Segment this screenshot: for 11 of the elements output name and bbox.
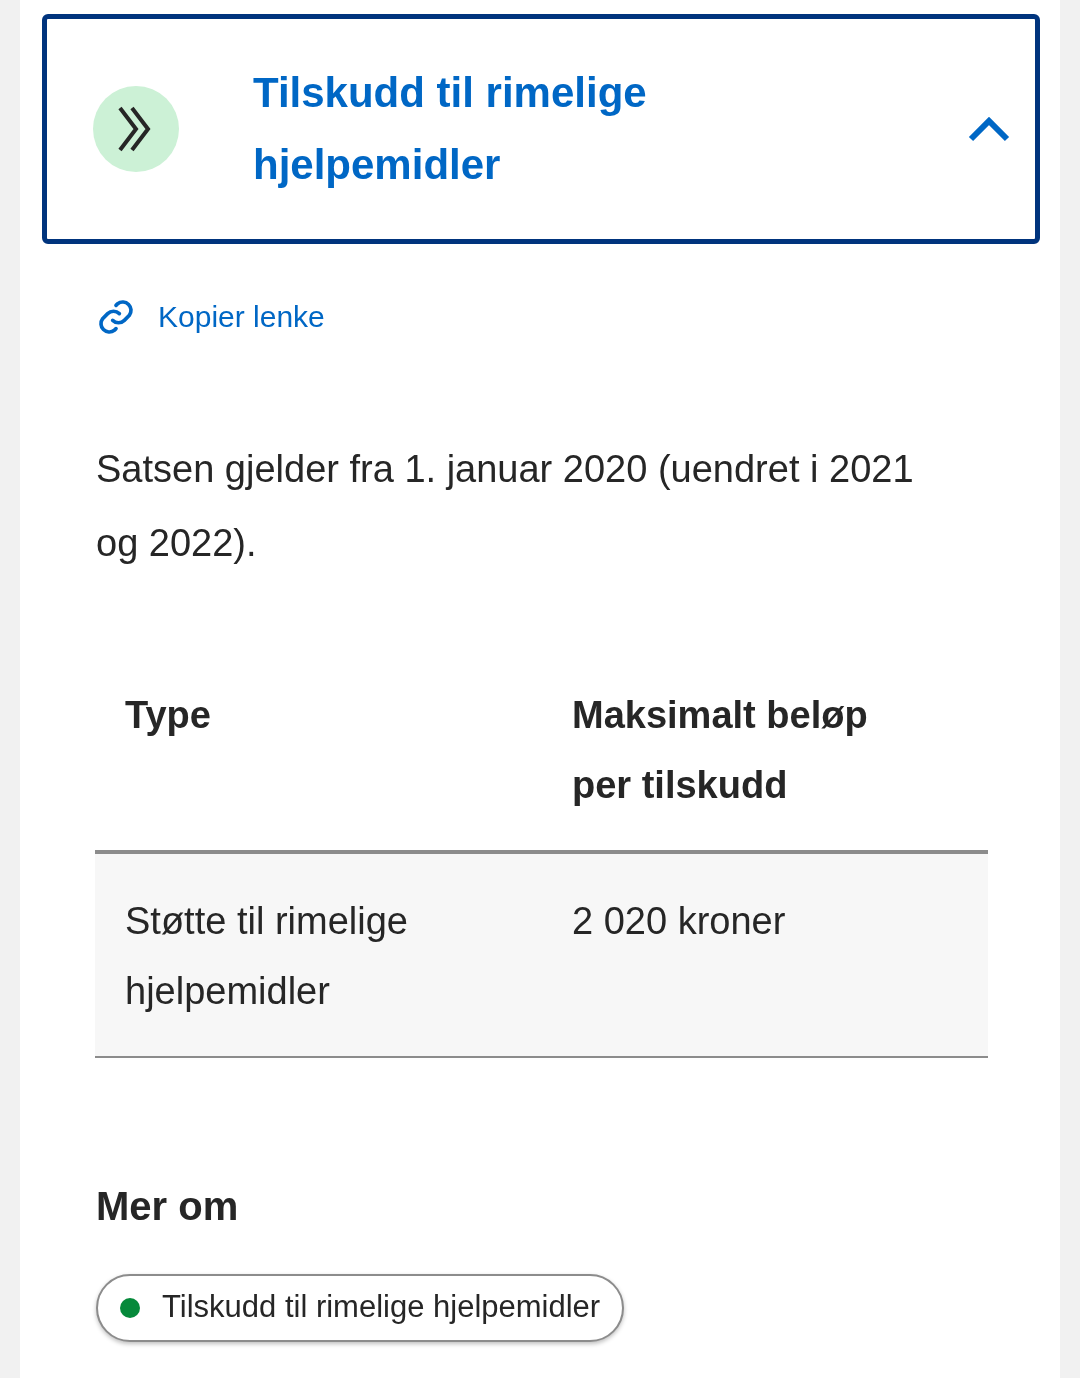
table-cell-text: 2 020 kroner (572, 898, 787, 944)
column-header: Type (124, 692, 212, 738)
section-heading: Mer om (96, 1182, 240, 1230)
table-cell-text: Støtte til rimelige hjelpemidler (124, 898, 409, 1014)
accordion-header[interactable]: Tilskudd til rimelige hjelpemidler (42, 14, 1040, 244)
tag-label: Tilskudd til rimelige hjelpemidler (162, 1288, 601, 1327)
paragraph: Satsen gjelder fra 1. januar 2020 (uendret i 2021 og 2022). (96, 446, 915, 566)
column-header: Maksimalt beløp per tilskudd (572, 692, 869, 808)
accordion-title: Tilskudd til rimelige hjelpemidler (253, 68, 648, 190)
tag-chip[interactable]: Tilskudd til rimelige hjelpemidler (96, 1273, 625, 1342)
copy-link[interactable]: Kopier lenke (96, 294, 325, 339)
